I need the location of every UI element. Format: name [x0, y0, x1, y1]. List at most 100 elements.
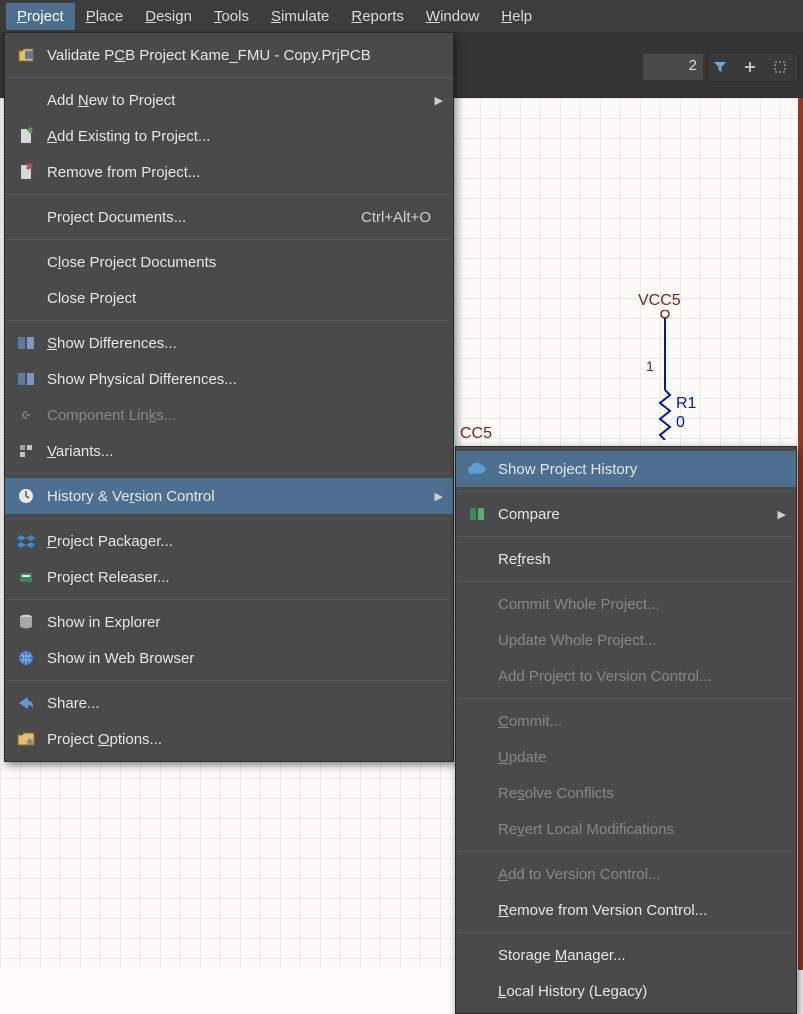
item-label: Close Project Documents	[47, 254, 443, 271]
menu-tools[interactable]: Tools	[203, 3, 260, 30]
marquee-icon[interactable]	[773, 60, 793, 74]
item-remove[interactable]: Remove from Project...	[5, 154, 453, 190]
item-remove-vc[interactable]: Remove from Version Control...	[456, 892, 796, 928]
project-dropdown: Validate PCB Project Kame_FMU - Copy.Prj…	[4, 32, 454, 762]
item-label: Add New to Project	[47, 92, 429, 109]
separator	[7, 239, 451, 240]
compare-icon	[456, 507, 498, 521]
item-show-physical-diff[interactable]: Show Physical Differences...	[5, 361, 453, 397]
item-label: Compare	[498, 506, 772, 523]
item-show-in-browser[interactable]: Show in Web Browser	[5, 640, 453, 676]
disk-icon	[5, 614, 47, 630]
add-file-icon	[5, 127, 47, 145]
cloud-history-icon	[456, 462, 498, 476]
separator	[458, 581, 794, 582]
item-label: Update Whole Project...	[498, 632, 786, 649]
item-label: Update	[498, 749, 786, 766]
item-label: Storage Manager...	[498, 947, 786, 964]
item-label: Project Documents...	[47, 209, 361, 226]
separator	[7, 77, 451, 78]
diff-icon	[5, 336, 47, 350]
submenu-arrow-icon: ▶	[429, 94, 443, 107]
item-commit-whole: Commit Whole Project...	[456, 586, 796, 622]
submenu-arrow-icon: ▶	[772, 508, 786, 521]
zoom-value-box[interactable]: 2	[643, 54, 703, 80]
item-storage-manager[interactable]: Storage Manager...	[456, 937, 796, 973]
item-project-documents[interactable]: Project Documents... Ctrl+Alt+O	[5, 199, 453, 235]
item-history-version-control[interactable]: History & Version Control ▶	[5, 478, 453, 514]
separator	[458, 851, 794, 852]
menu-place[interactable]: Place	[75, 3, 135, 30]
item-label: Revert Local Modifications	[498, 821, 786, 838]
item-label: Show in Web Browser	[47, 650, 443, 667]
item-project-releaser[interactable]: Project Releaser...	[5, 559, 453, 595]
menu-design[interactable]: Design	[134, 3, 203, 30]
item-update-whole: Update Whole Project...	[456, 622, 796, 658]
item-add-new[interactable]: Add New to Project ▶	[5, 82, 453, 118]
folder-gear-icon	[5, 731, 47, 747]
item-label: Component Links...	[47, 407, 443, 424]
item-label: Show in Explorer	[47, 614, 443, 631]
item-label: Resolve Conflicts	[498, 785, 786, 802]
item-label: Add Project to Version Control...	[498, 668, 786, 685]
item-local-history[interactable]: Local History (Legacy)	[456, 973, 796, 1009]
item-label: Refresh	[498, 551, 786, 568]
item-label: Share...	[47, 695, 443, 712]
item-label: Show Differences...	[47, 335, 443, 352]
separator	[7, 194, 451, 195]
link-icon	[5, 407, 47, 423]
item-add-vc: Add to Version Control...	[456, 856, 796, 892]
separator	[458, 491, 794, 492]
separator	[7, 599, 451, 600]
separator	[7, 518, 451, 519]
item-label: Local History (Legacy)	[498, 983, 786, 1000]
item-close-project[interactable]: Close Project	[5, 280, 453, 316]
variants-icon	[5, 443, 47, 459]
main-menubar: Project Place Design Tools Simulate Repo…	[0, 0, 803, 32]
item-project-options[interactable]: Project Options...	[5, 721, 453, 757]
item-add-existing[interactable]: Add Existing to Project...	[5, 118, 453, 154]
item-label: Show Project History	[498, 461, 786, 478]
separator	[7, 473, 451, 474]
item-label: Commit Whole Project...	[498, 596, 786, 613]
separator	[458, 698, 794, 699]
phys-diff-icon	[5, 372, 47, 386]
item-compare[interactable]: Compare ▶	[456, 496, 796, 532]
item-label: Validate PCB Project Kame_FMU - Copy.Prj…	[47, 47, 443, 64]
sheet-border	[798, 98, 803, 970]
item-label: Commit...	[498, 713, 786, 730]
item-label: Add Existing to Project...	[47, 128, 443, 145]
item-resolve: Resolve Conflicts	[456, 775, 796, 811]
item-add-project-vc: Add Project to Version Control...	[456, 658, 796, 694]
view-tool-tray	[707, 52, 799, 82]
share-icon	[5, 696, 47, 710]
menu-reports[interactable]: Reports	[340, 3, 415, 30]
item-project-packager[interactable]: Project Packager...	[5, 523, 453, 559]
separator	[458, 932, 794, 933]
filter-icon[interactable]	[713, 60, 733, 74]
item-close-docs[interactable]: Close Project Documents	[5, 244, 453, 280]
item-show-differences[interactable]: Show Differences...	[5, 325, 453, 361]
item-label: Project Packager...	[47, 533, 443, 550]
item-validate[interactable]: Validate PCB Project Kame_FMU - Copy.Prj…	[5, 37, 453, 73]
item-show-in-explorer[interactable]: Show in Explorer	[5, 604, 453, 640]
plus-icon[interactable]	[743, 60, 763, 74]
item-revert: Revert Local Modifications	[456, 811, 796, 847]
menu-project[interactable]: Project	[6, 3, 75, 30]
menu-help[interactable]: Help	[490, 3, 543, 30]
shortcut-label: Ctrl+Alt+O	[361, 209, 431, 226]
item-commit: Commit...	[456, 703, 796, 739]
item-label: Show Physical Differences...	[47, 371, 443, 388]
item-show-project-history[interactable]: Show Project History	[456, 451, 796, 487]
clock-icon	[5, 488, 47, 504]
submenu-arrow-icon: ▶	[429, 490, 443, 503]
item-label: History & Version Control	[47, 488, 429, 505]
item-share[interactable]: Share...	[5, 685, 453, 721]
item-label: Remove from Version Control...	[498, 902, 786, 919]
item-variants[interactable]: Variants...	[5, 433, 453, 469]
item-refresh[interactable]: Refresh	[456, 541, 796, 577]
menu-window[interactable]: Window	[415, 3, 490, 30]
item-label: Remove from Project...	[47, 164, 443, 181]
item-component-links: Component Links...	[5, 397, 453, 433]
menu-simulate[interactable]: Simulate	[260, 3, 340, 30]
